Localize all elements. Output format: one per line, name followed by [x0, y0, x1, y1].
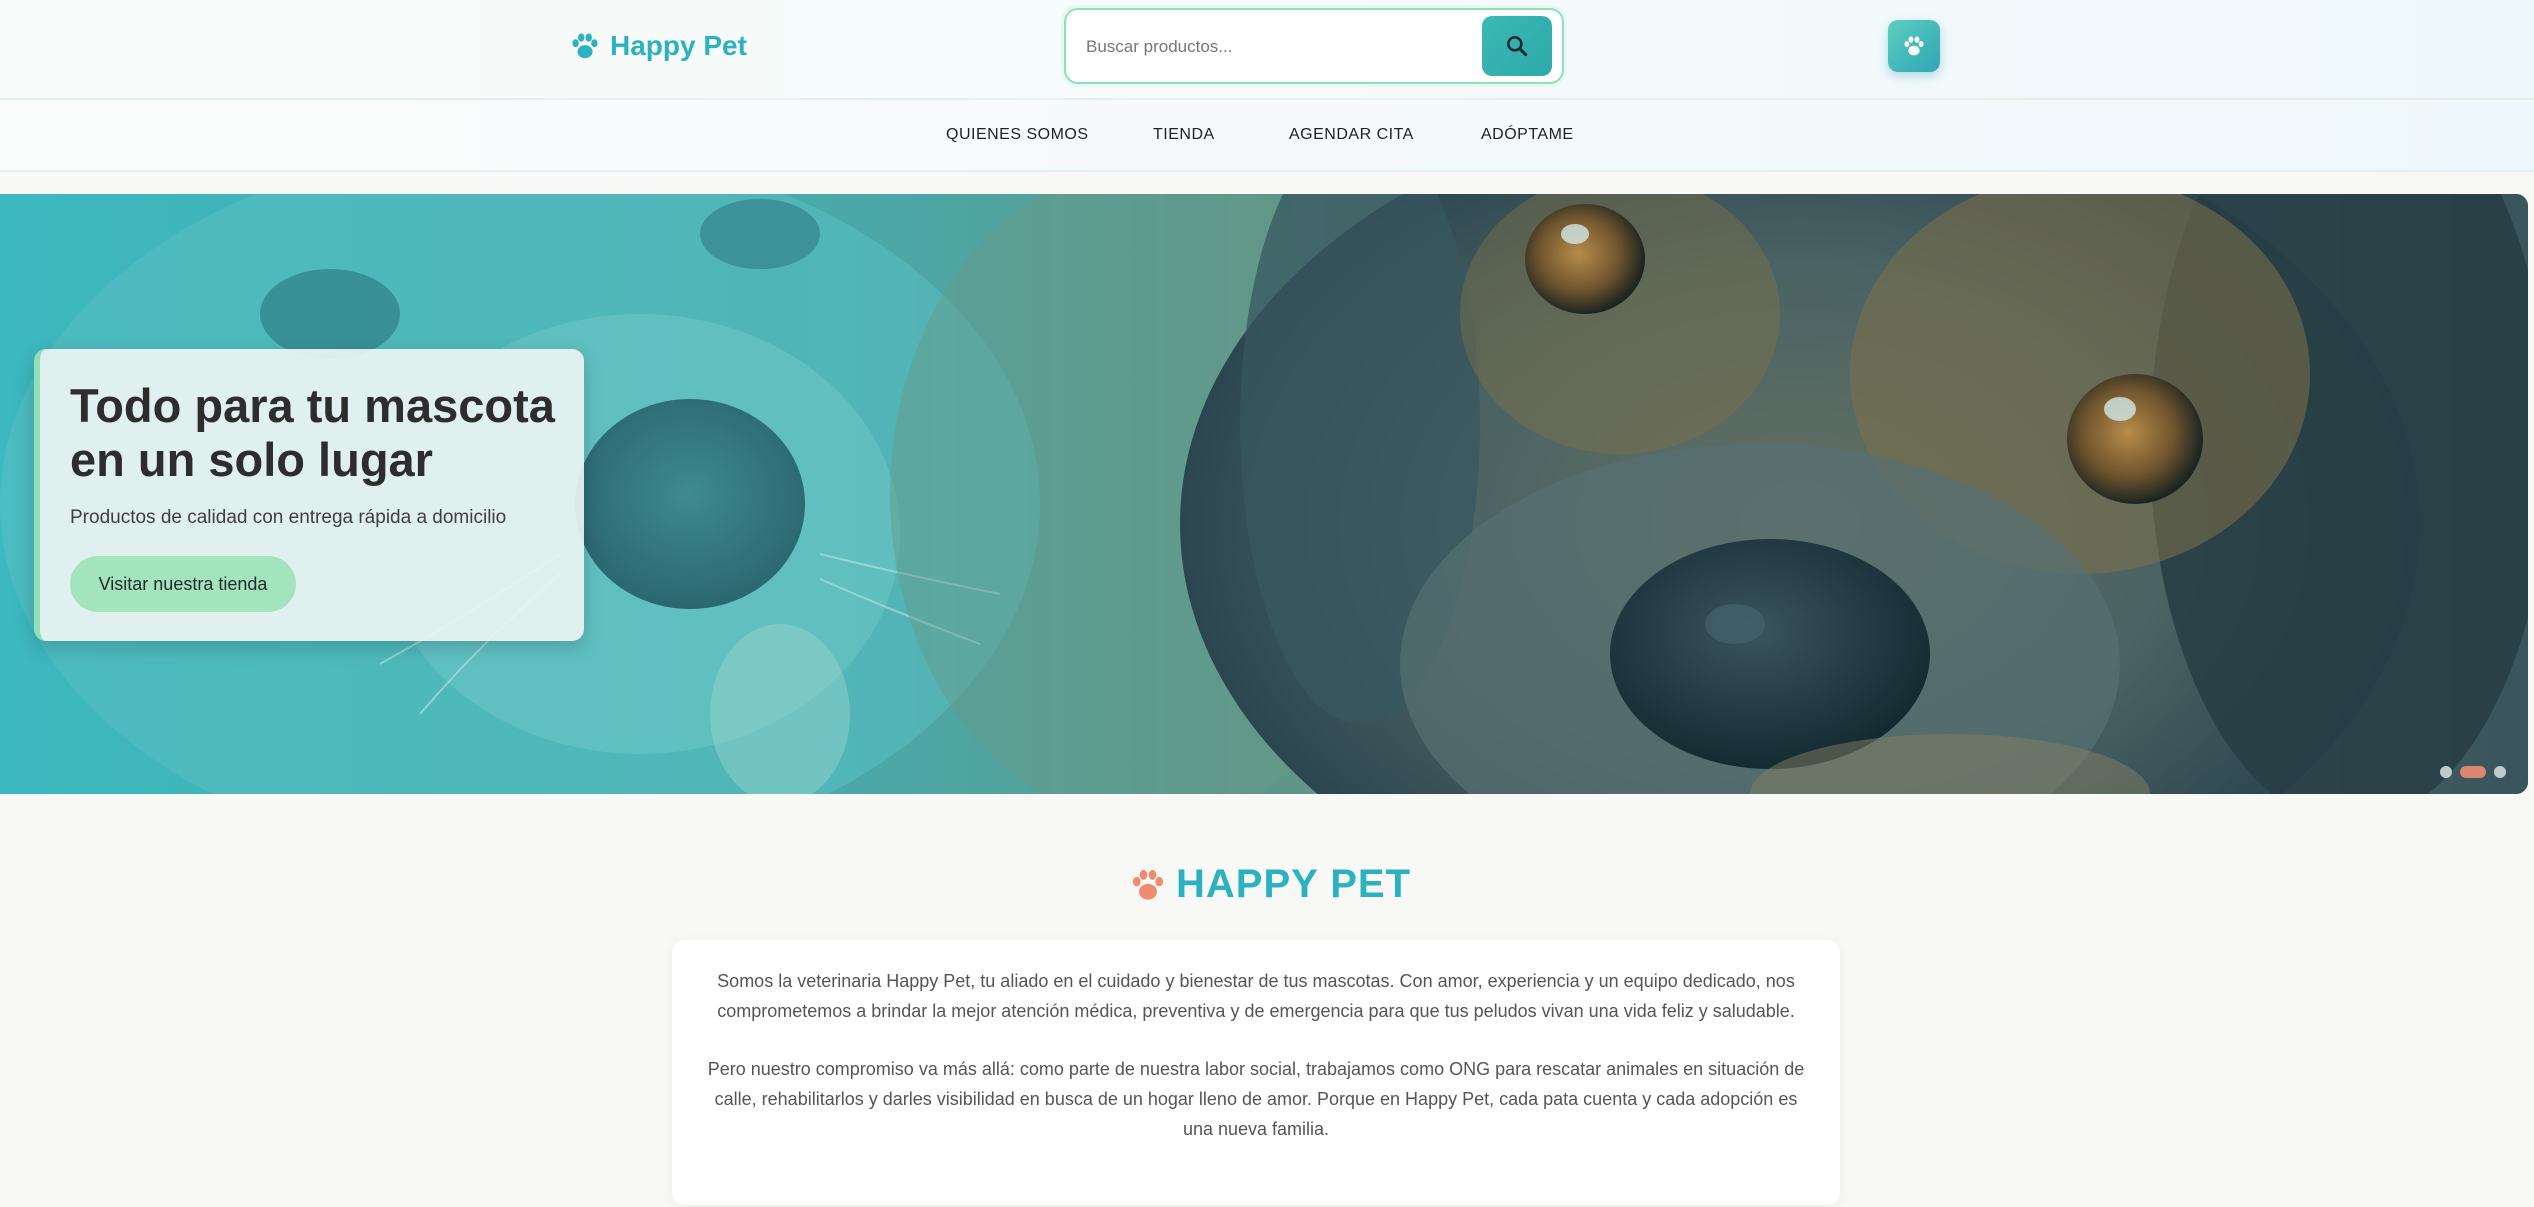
paw-icon: [572, 33, 598, 59]
about-paragraph: Pero nuestro compromiso va más allá: com…: [707, 1059, 1805, 1139]
search-button[interactable]: [1482, 16, 1552, 76]
about-heading-text: HAPPY PET: [1176, 862, 1411, 906]
carousel-dots: [2440, 766, 2506, 778]
main-nav: QUIENES SOMOS TIENDA AGENDAR CITA ADÓPTA…: [0, 102, 2534, 172]
carousel-dot-active[interactable]: [2460, 766, 2486, 778]
hero-carousel: Todo para tu mascota en un solo lugar Pr…: [0, 194, 2528, 794]
nav-item-tienda[interactable]: TIENDA: [1153, 126, 1215, 144]
about-paragraph: Somos la veterinaria Happy Pet, tu aliad…: [717, 971, 1795, 1021]
about-card: Somos la veterinaria Happy Pet, tu aliad…: [672, 940, 1840, 1205]
paw-icon: [1904, 36, 1924, 56]
nav-item-adoptame[interactable]: ADÓPTAME: [1481, 126, 1574, 144]
visit-store-button[interactable]: Visitar nuestra tienda: [70, 556, 296, 612]
carousel-dot[interactable]: [2494, 766, 2506, 778]
nav-item-agendar-cita[interactable]: AGENDAR CITA: [1289, 126, 1414, 144]
search-input[interactable]: [1084, 24, 1444, 70]
paw-icon: [1132, 869, 1164, 900]
search-icon: [1507, 36, 1528, 57]
site-header: Happy Pet: [0, 0, 2534, 100]
paw-menu-button[interactable]: [1888, 20, 1940, 72]
brand-name: Happy Pet: [610, 30, 747, 61]
nav-item-quienes-somos[interactable]: QUIENES SOMOS: [946, 126, 1089, 144]
brand-logo[interactable]: Happy Pet: [570, 30, 747, 62]
hero-card: Todo para tu mascota en un solo lugar Pr…: [34, 349, 584, 641]
hero-title: Todo para tu mascota en un solo lugar: [70, 379, 555, 486]
hero-subtitle: Productos de calidad con entrega rápida …: [70, 507, 507, 528]
carousel-dot[interactable]: [2440, 766, 2452, 778]
about-heading: HAPPY PET: [1130, 862, 1411, 907]
search-bar: [1064, 8, 1564, 84]
